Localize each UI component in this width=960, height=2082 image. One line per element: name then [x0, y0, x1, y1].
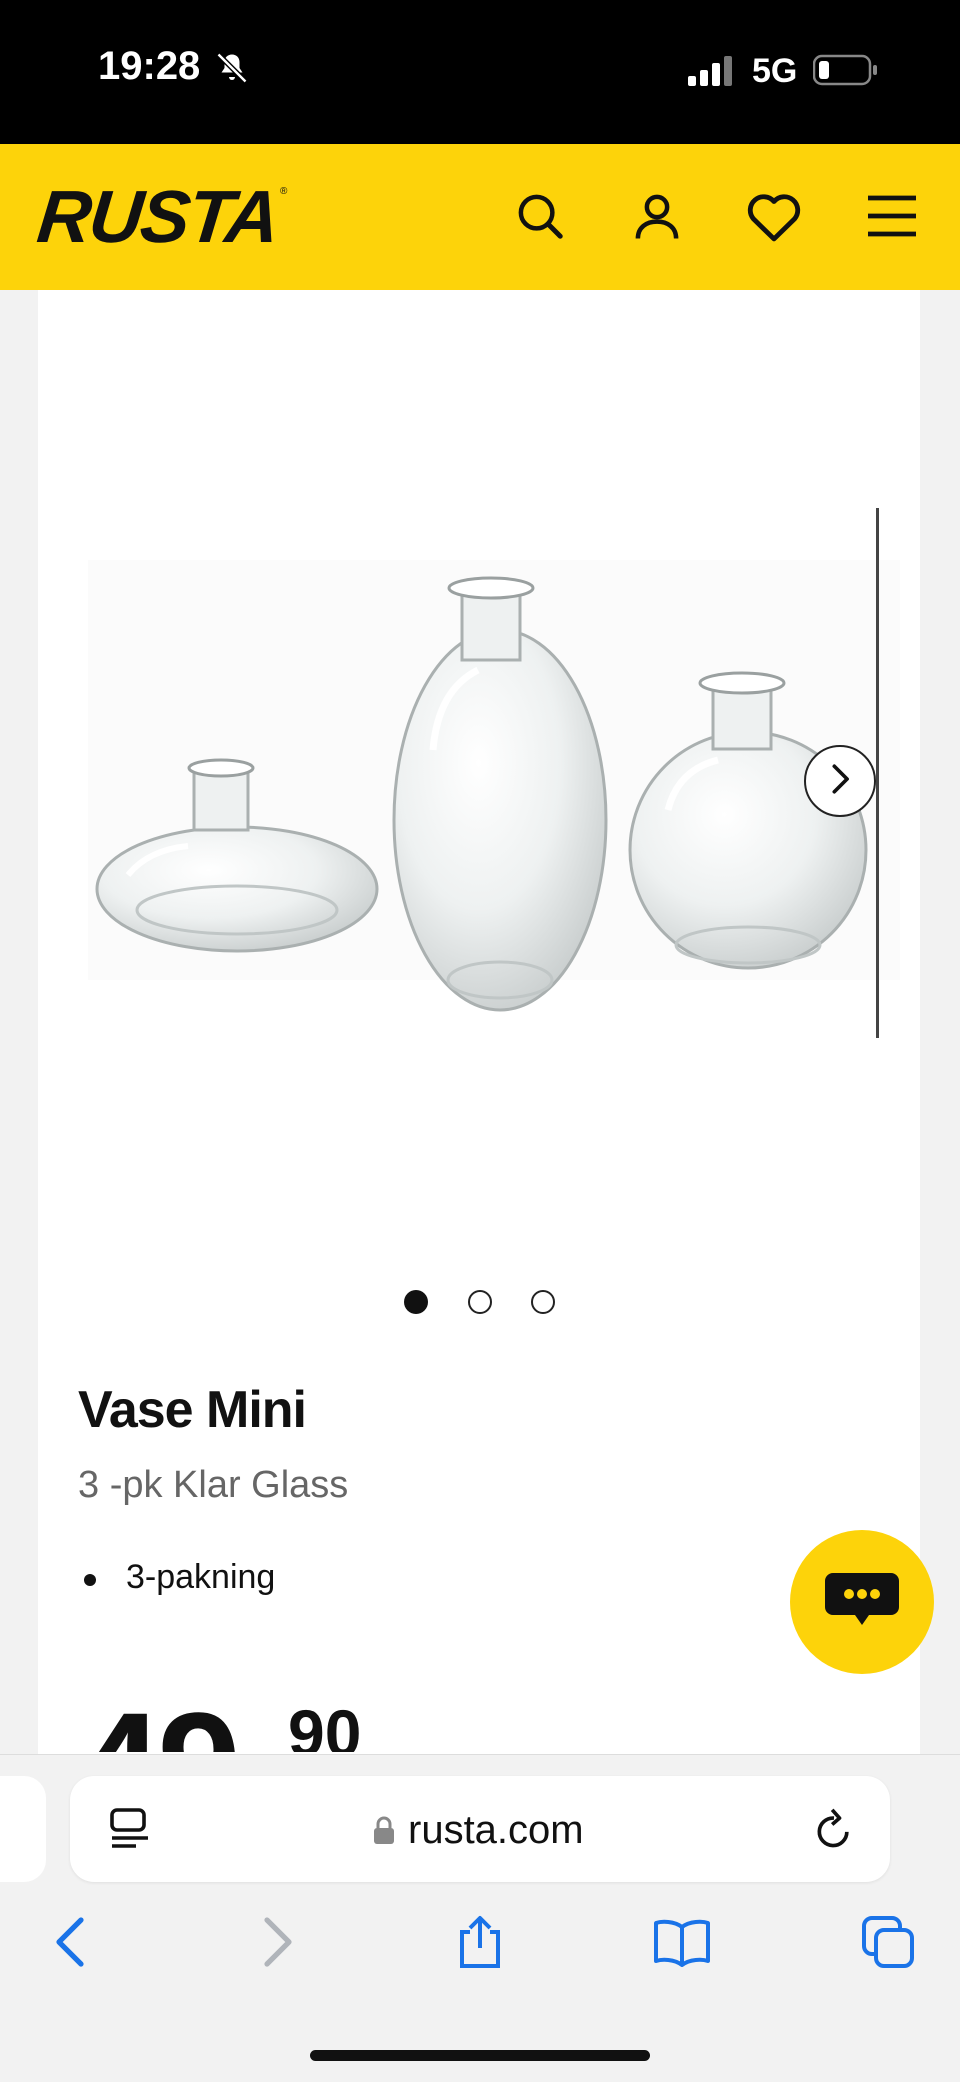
logo-registered-mark: ®	[280, 186, 288, 197]
price-cents: 90	[288, 1696, 362, 1752]
status-time: 19:28	[98, 44, 201, 88]
feature-item: 3-pakning	[78, 1558, 275, 1597]
reload-icon[interactable]	[812, 1806, 856, 1859]
forward-icon[interactable]	[248, 1912, 308, 1972]
rusta-logo[interactable]: RUSTA	[34, 175, 282, 258]
chat-bubble-icon	[823, 1569, 901, 1636]
home-indicator	[310, 2050, 650, 2061]
gallery-pagination	[0, 1290, 960, 1320]
bookmarks-icon[interactable]	[652, 1912, 712, 1972]
battery-icon	[812, 52, 879, 93]
price-main: 49	[78, 1690, 241, 1752]
chevron-right-icon	[825, 762, 855, 801]
gallery-next-button[interactable]	[804, 745, 876, 817]
bell-slash-icon	[214, 50, 250, 91]
product-title: Vase Mini	[78, 1381, 307, 1439]
tabs-icon[interactable]	[858, 1912, 918, 1972]
product-image-gallery[interactable]	[38, 290, 920, 1290]
previous-tab-peek[interactable]	[0, 1776, 46, 1882]
network-label: 5G	[752, 52, 798, 90]
lock-icon	[372, 1816, 396, 1851]
url-text[interactable]: rusta.com	[408, 1808, 584, 1853]
gallery-dot-2[interactable]	[468, 1290, 492, 1314]
status-bar: 19:28 5G	[0, 0, 960, 144]
gallery-dot-1[interactable]	[404, 1290, 428, 1314]
gallery-scroll-indicator	[876, 508, 879, 1038]
search-icon[interactable]	[510, 186, 570, 246]
menu-icon[interactable]	[862, 186, 922, 246]
gallery-dot-3[interactable]	[531, 1290, 555, 1314]
product-subtitle: 3 -pk Klar Glass	[78, 1464, 349, 1506]
reader-icon[interactable]	[108, 1806, 152, 1859]
product-features: 3-pakning	[78, 1558, 275, 1597]
signal-icon	[688, 56, 738, 91]
vases-image	[88, 560, 900, 1012]
product-price: 49 90	[78, 1680, 778, 1752]
heart-icon[interactable]	[744, 186, 804, 246]
share-icon[interactable]	[450, 1912, 510, 1972]
back-icon[interactable]	[40, 1912, 100, 1972]
account-icon[interactable]	[627, 186, 687, 246]
chat-button[interactable]	[790, 1530, 934, 1674]
